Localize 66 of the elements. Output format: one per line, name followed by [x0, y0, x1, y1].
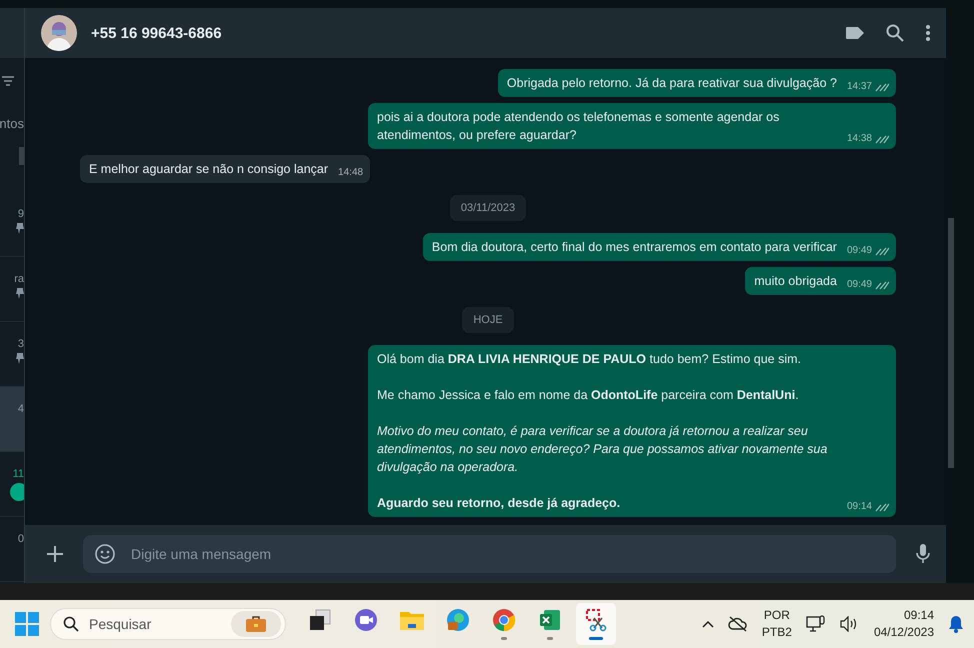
spreadsheet-icon — [538, 608, 562, 632]
chat-list-item[interactable]: ra — [0, 257, 24, 322]
unread-badge — [10, 483, 24, 501]
network-icon[interactable] — [806, 615, 826, 633]
microphone-icon[interactable] — [916, 544, 930, 564]
message-time: 09:49 — [846, 278, 872, 292]
message-input[interactable]: Digite uma mensagem — [83, 535, 896, 573]
chat-time: 3 — [18, 338, 24, 350]
message-text: Me chamo Jessica e falo em nome da OdontoLife parceira com DentalUni. — [377, 387, 800, 404]
running-indicator — [589, 637, 603, 640]
read-ticks-icon — [875, 134, 889, 144]
message-text: muito obrigada — [754, 273, 837, 290]
search-icon[interactable] — [886, 24, 904, 42]
contact-name: +55 16 99643-6866 — [91, 24, 223, 42]
briefcase-icon — [245, 615, 267, 633]
chat-list-item[interactable]: 9 — [0, 192, 24, 257]
contact-avatar[interactable] — [41, 15, 77, 51]
emoji-icon[interactable] — [95, 544, 115, 564]
search-placeholder: Pesquisar — [89, 616, 152, 632]
message-text: Motivo do meu contato, é para verificar se a doutora já retornou a realizar seu atendimentos, no seu novo endereço? Para que possamos ativar novamente sua divulgação na operadora. — [377, 423, 828, 476]
search-field[interactable]: Pesquisar — [50, 608, 286, 640]
browser-icon — [492, 608, 516, 632]
label-icon[interactable] — [846, 27, 864, 39]
message-text: Aguardo seu retorno, desde já agradeço. — [377, 495, 620, 512]
browser-icon — [446, 608, 470, 632]
video-camera-icon — [354, 608, 378, 632]
more-options-icon[interactable] — [926, 25, 930, 41]
message-time: 14:48 — [338, 166, 364, 180]
date-divider: HOJE — [462, 307, 514, 333]
chat-list-item[interactable]: 0 — [0, 517, 24, 582]
running-indicator — [501, 637, 507, 640]
message-time: 14:38 — [846, 132, 872, 146]
scrollbar-thumb[interactable] — [19, 147, 24, 165]
message-text: pois ai a doutora pode atendendo os telefonemas e somente agendar os atendimentos, ou prefere aguardar? — [377, 109, 780, 144]
running-indicator — [547, 637, 553, 640]
windows-icon — [308, 608, 332, 632]
search-icon — [63, 616, 79, 632]
chat-time: ra — [14, 273, 24, 285]
message-time: 09:49 — [846, 244, 872, 258]
chat-time: 4 — [18, 403, 24, 415]
message-time: 14:37 — [846, 80, 872, 94]
notification-bell-icon[interactable] — [948, 615, 964, 633]
cloud-offline-icon[interactable] — [728, 616, 748, 632]
message-text: Bom dia doutora, certo final do mes entraremos em contato para verificar — [432, 239, 837, 256]
chat-time: 0 — [18, 533, 24, 545]
sidebar-tab[interactable]: ntos — [0, 116, 24, 130]
message-text: Obrigada pelo retorno. Já da para reativar sua divulgação ? — [506, 75, 837, 92]
chevron-up-icon[interactable] — [702, 620, 714, 628]
filter-icon[interactable] — [2, 76, 14, 86]
message-time: 09:14 — [846, 500, 872, 514]
start-icon[interactable] — [14, 611, 40, 637]
read-ticks-icon — [875, 280, 889, 290]
read-ticks-icon — [875, 502, 889, 512]
chat-list-item[interactable]: 4 — [0, 387, 24, 452]
language-indicator[interactable]: POR PTB2 — [762, 607, 792, 641]
scissors-icon — [584, 608, 608, 632]
add-icon[interactable] — [47, 546, 63, 562]
scrollbar-thumb[interactable] — [948, 218, 954, 468]
chat-time: 11 — [12, 468, 24, 480]
chat-time: 9 — [18, 208, 24, 220]
clock[interactable]: 09:14 04/12/2023 — [874, 607, 934, 641]
date-divider: 03/11/2023 — [450, 195, 526, 221]
message-text: Olá bom dia DRA LIVIA HENRIQUE DE PAULO tudo bem? Estimo que sim. — [377, 351, 802, 368]
message-text: E melhor aguardar se não n consigo lançar — [89, 161, 328, 178]
read-ticks-icon — [875, 82, 889, 92]
read-ticks-icon — [875, 246, 889, 256]
